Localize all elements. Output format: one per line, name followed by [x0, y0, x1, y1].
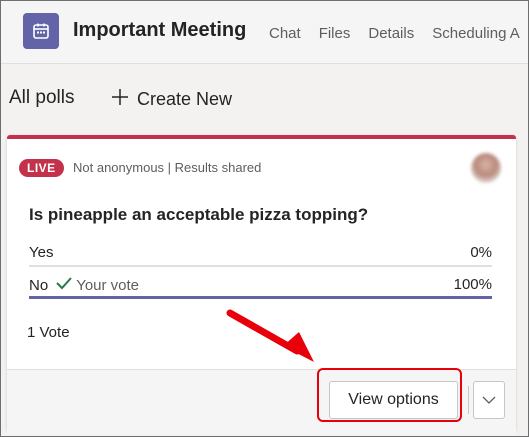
poll-option-no: No Your vote 100% — [29, 271, 492, 299]
tab-files[interactable]: Files — [319, 25, 351, 42]
tab-chat[interactable]: Chat — [269, 25, 301, 42]
option-percent: 0% — [470, 244, 492, 261]
plus-icon — [111, 88, 129, 111]
meeting-title: Important Meeting — [73, 19, 247, 41]
create-new-label: Create New — [137, 89, 233, 109]
poll-window: Important Meeting Chat Files Details Sch… — [0, 0, 529, 437]
all-polls-link[interactable]: All polls — [9, 87, 74, 109]
avatar — [471, 153, 501, 183]
result-bar-track — [29, 296, 492, 299]
polls-toolbar: All polls Create New — [9, 87, 232, 109]
tab-bar: Chat Files Details Scheduling A — [269, 25, 528, 42]
poll-question: Is pineapple an acceptable pizza topping… — [29, 205, 369, 224]
meeting-header: Important Meeting Chat Files Details Sch… — [1, 1, 528, 64]
footer-divider — [468, 386, 469, 414]
poll-option-yes: Yes 0% — [29, 239, 492, 267]
checkmark-icon — [56, 276, 72, 294]
option-label: Yes — [29, 244, 54, 261]
your-vote-label: Your vote — [76, 276, 140, 294]
tab-scheduling[interactable]: Scheduling A — [432, 25, 520, 42]
poll-meta: Not anonymous | Results shared — [73, 160, 262, 175]
more-options-dropdown[interactable] — [473, 381, 505, 419]
option-label: No Your vote — [29, 276, 139, 294]
create-new-button[interactable]: Create New — [111, 88, 232, 111]
tab-details[interactable]: Details — [368, 25, 414, 42]
option-label-text: No — [29, 276, 49, 294]
result-bar-track — [29, 265, 492, 267]
vote-count: 1 Vote — [27, 324, 70, 341]
result-bar-fill — [29, 296, 492, 299]
calendar-icon — [23, 13, 59, 49]
live-badge: LIVE — [19, 159, 64, 177]
chevron-down-icon — [482, 391, 496, 409]
option-percent: 100% — [453, 276, 492, 293]
annotation-highlight-box — [317, 368, 462, 422]
